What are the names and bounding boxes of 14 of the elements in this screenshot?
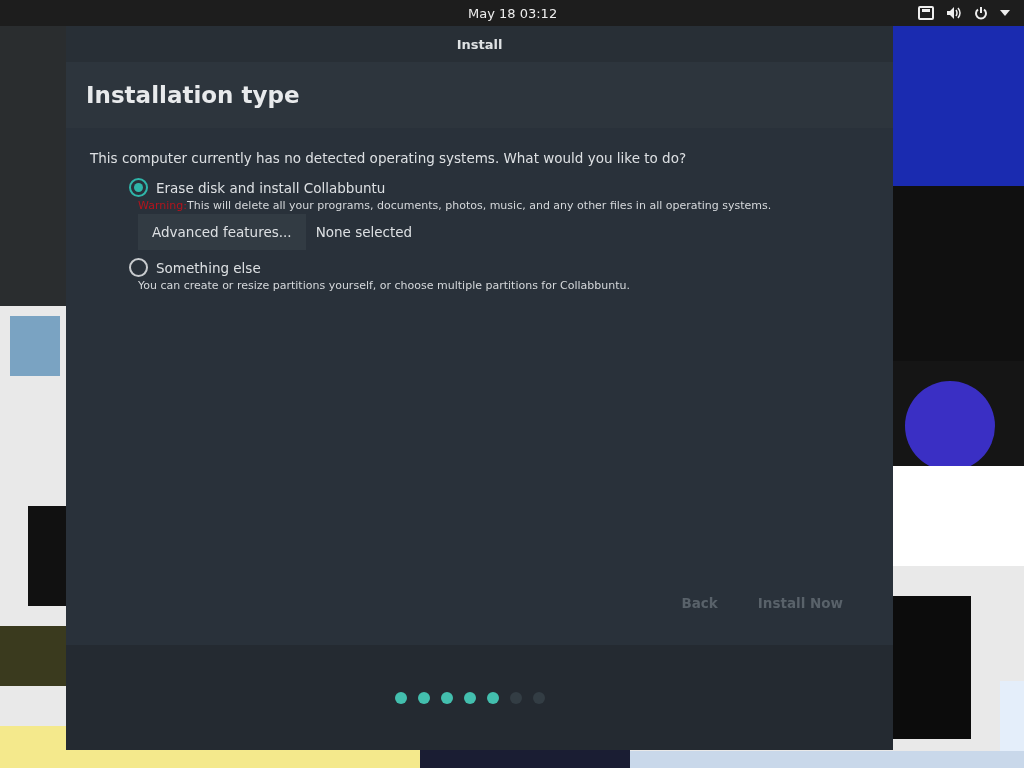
page-heading: Installation type xyxy=(86,82,300,108)
option-note: You can create or resize partitions yourself, or choose multiple partitions for Collabbuntu. xyxy=(138,279,631,292)
install-option[interactable]: Erase disk and install Collabbuntu xyxy=(129,178,386,197)
question-text: This computer currently has no detected operating systems. What would you like to do? xyxy=(90,150,688,166)
network-icon[interactable] xyxy=(918,6,934,20)
caret-icon[interactable] xyxy=(1000,10,1010,16)
option-note: Warning:This will delete all your programs, documents, photos, music, and any other files in all operating systems. xyxy=(138,199,773,212)
advanced-features-button[interactable]: Advanced features... xyxy=(138,214,306,250)
clock[interactable]: May 18 03:12 xyxy=(468,5,558,21)
install-option[interactable]: Something else xyxy=(129,258,261,277)
advanced-status: None selected xyxy=(315,224,413,240)
volume-icon[interactable] xyxy=(946,6,962,20)
power-icon[interactable] xyxy=(974,6,988,20)
window-title: Install xyxy=(456,36,503,52)
